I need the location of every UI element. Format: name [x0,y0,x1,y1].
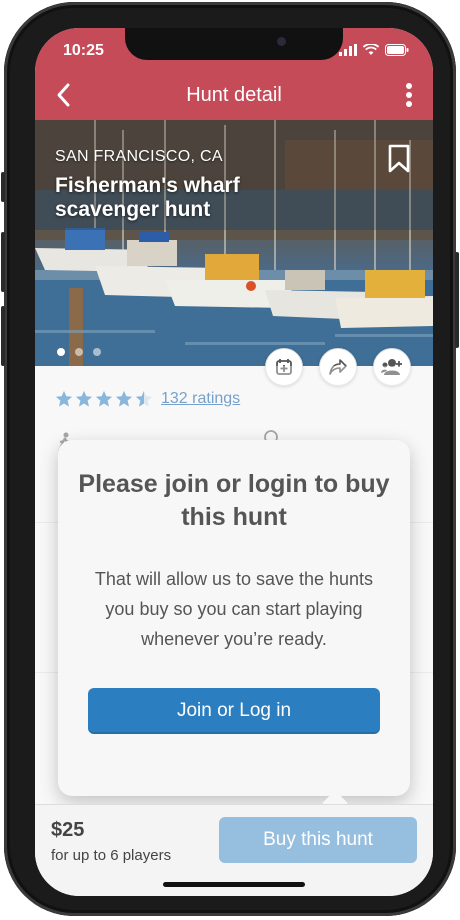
hunt-photo[interactable]: SAN FRANCISCO, CA Fisherman's wharf scav… [35,120,433,366]
mute-switch [1,172,5,202]
wifi-icon [363,44,379,55]
status-icons [339,44,409,56]
signal-icon [339,44,357,56]
join-or-login-button[interactable]: Join or Log in [88,688,380,734]
dialog-message: That will allow us to save the hunts you… [94,569,374,649]
price-note: for up to 6 players [51,847,172,864]
hunt-city: SAN FRANCISCO, CA [55,148,223,165]
more-options-icon[interactable] [405,82,413,108]
status-time: 10:25 [63,42,104,59]
app-header: 10:25 Hunt detail [35,28,433,120]
phone-frame: 10:25 Hunt detail SAN FRANCISCO, CA Fish… [1,2,459,916]
photo-dot[interactable] [93,348,101,356]
dialog-title: Please join or login to buy this hunt [78,470,390,531]
bookmark-icon[interactable] [387,144,411,174]
notch [125,28,343,60]
login-required-dialog: Please join or login to buy this hunt Th… [58,440,410,816]
photo-dot-active[interactable] [57,348,65,356]
hunt-price: $25 [51,819,85,841]
page-title: Hunt detail [186,84,282,106]
volume-up-button [1,232,5,292]
app-screen: 10:25 Hunt detail SAN FRANCISCO, CA Fish… [35,28,433,896]
hunt-title: Fisherman's wharf scavenger hunt [55,174,240,221]
photo-pagination[interactable] [57,348,101,356]
buy-hunt-button[interactable]: Buy this hunt [219,817,417,863]
battery-icon [385,44,409,56]
home-indicator[interactable] [163,882,305,887]
power-button [455,252,459,348]
volume-down-button [1,306,5,366]
photo-dot[interactable] [75,348,83,356]
